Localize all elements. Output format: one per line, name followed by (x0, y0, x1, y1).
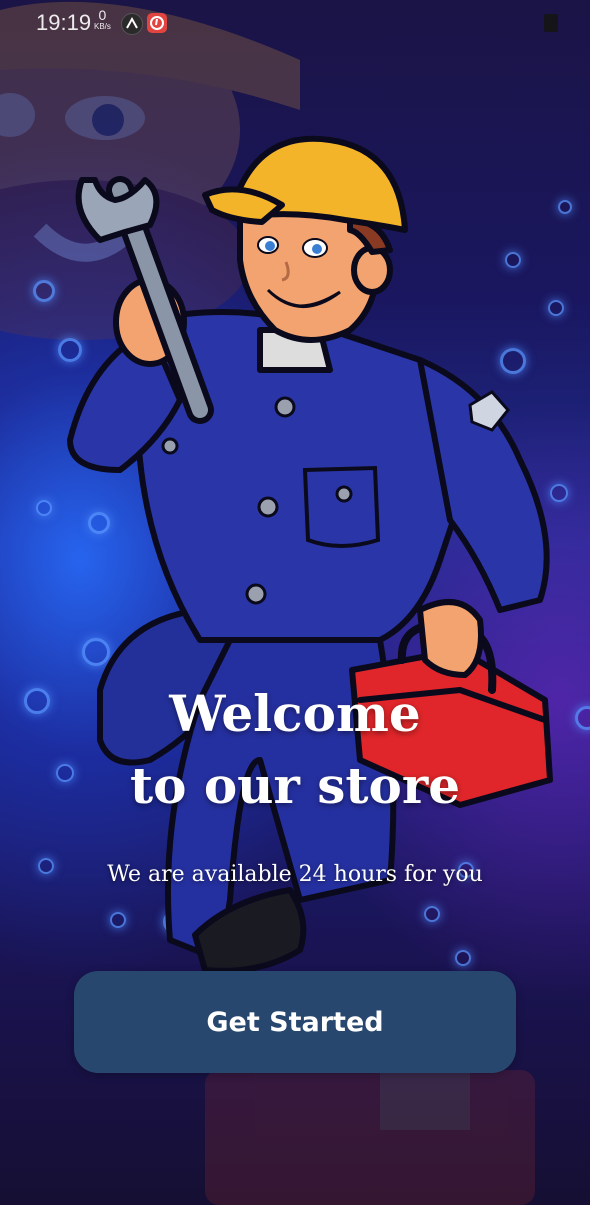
welcome-screen: 19:19 0 KB/s Welcome to our store We are… (0, 0, 590, 1205)
welcome-title-line1: Welcome (169, 684, 421, 743)
welcome-title-line2: to our store (129, 756, 461, 815)
get-started-button[interactable]: Get Started (74, 971, 516, 1073)
welcome-subtitle: We are available 24 hours for you (107, 862, 483, 887)
